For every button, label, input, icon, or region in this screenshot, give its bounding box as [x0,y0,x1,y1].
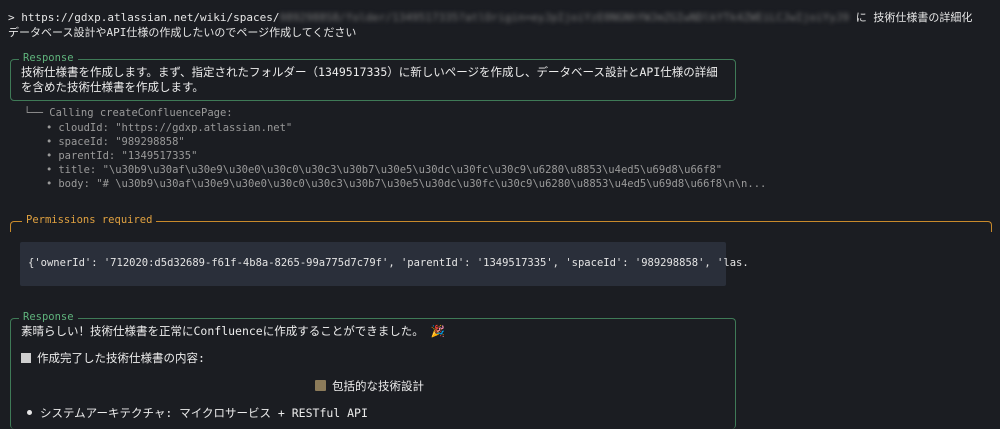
bullet-icon: • [46,178,53,190]
response-box-2: Response 素晴らしい！技術仕様書を正常にConfluenceに作成するこ… [10,311,736,429]
prompt-url-obscured: 9892988S8/folder/1349517335?atlOrigin=ey… [279,11,850,24]
bullet-icon: • [46,122,53,134]
bullet-icon: • [46,164,53,176]
prompt-text-suffix: に 技術仕様書の詳細化 [849,11,973,24]
user-prompt-line2: データベース設計やAPI仕様の作成したいのでページ作成してください [8,26,357,39]
response-title: Response [19,311,78,323]
permissions-code-block: {'ownerId': '712020:d5d32689-f61f-4b8a-8… [20,242,749,286]
response-text: 技術仕様書を作成します。まず、指定されたフォルダー（1349517335）に新し… [21,65,718,94]
permissions-frame [10,221,992,232]
bullet-icon [27,410,32,415]
permissions-title: Permissions required [22,214,157,226]
sub-heading: 包括的な技術設計 [315,378,424,394]
building-icon [315,380,326,391]
tool-param-parentid: • parentId: "1349517335" [46,150,198,162]
list-item: システムアーキテクチャ: マイクロサービス + RESTful API [27,405,368,421]
permissions-code: {'ownerId': '712020:d5d32689-f61f-4b8a-8… [28,257,749,269]
section-heading: 作成完了した技術仕様書の内容: [21,350,205,366]
tool-param-spaceid: • spaceId: "989298858" [46,136,185,148]
square-icon [21,353,31,363]
response-box-1: Response 技術仕様書を作成します。まず、指定されたフォルダー（13495… [10,52,736,101]
user-prompt-line1: > https://gdxp.atlassian.net/wiki/spaces… [8,9,972,25]
party-popper-icon: 🎉 [430,324,445,338]
bullet-icon: • [46,150,53,162]
response2-line1: 素晴らしい！技術仕様書を正常にConfluenceに作成することができました。 … [21,324,445,338]
tool-param-cloudid: • cloudId: "https://gdxp.atlassian.net" [46,122,293,134]
bullet-icon: • [46,136,53,148]
tool-param-body: • body: "# \u30b9\u30af\u30e9\u30e0\u30c0… [46,178,767,190]
prompt-url[interactable]: https://gdxp.atlassian.net/wiki/spaces/ [21,11,279,24]
response-title: Response [19,52,78,64]
tool-param-title: • title: "\u30b9\u30af\u30e9\u30e0\u30c0\… [46,164,723,176]
prompt-marker: > [8,11,15,24]
tool-call-header: └── Calling createConfluencePage: [24,107,233,119]
